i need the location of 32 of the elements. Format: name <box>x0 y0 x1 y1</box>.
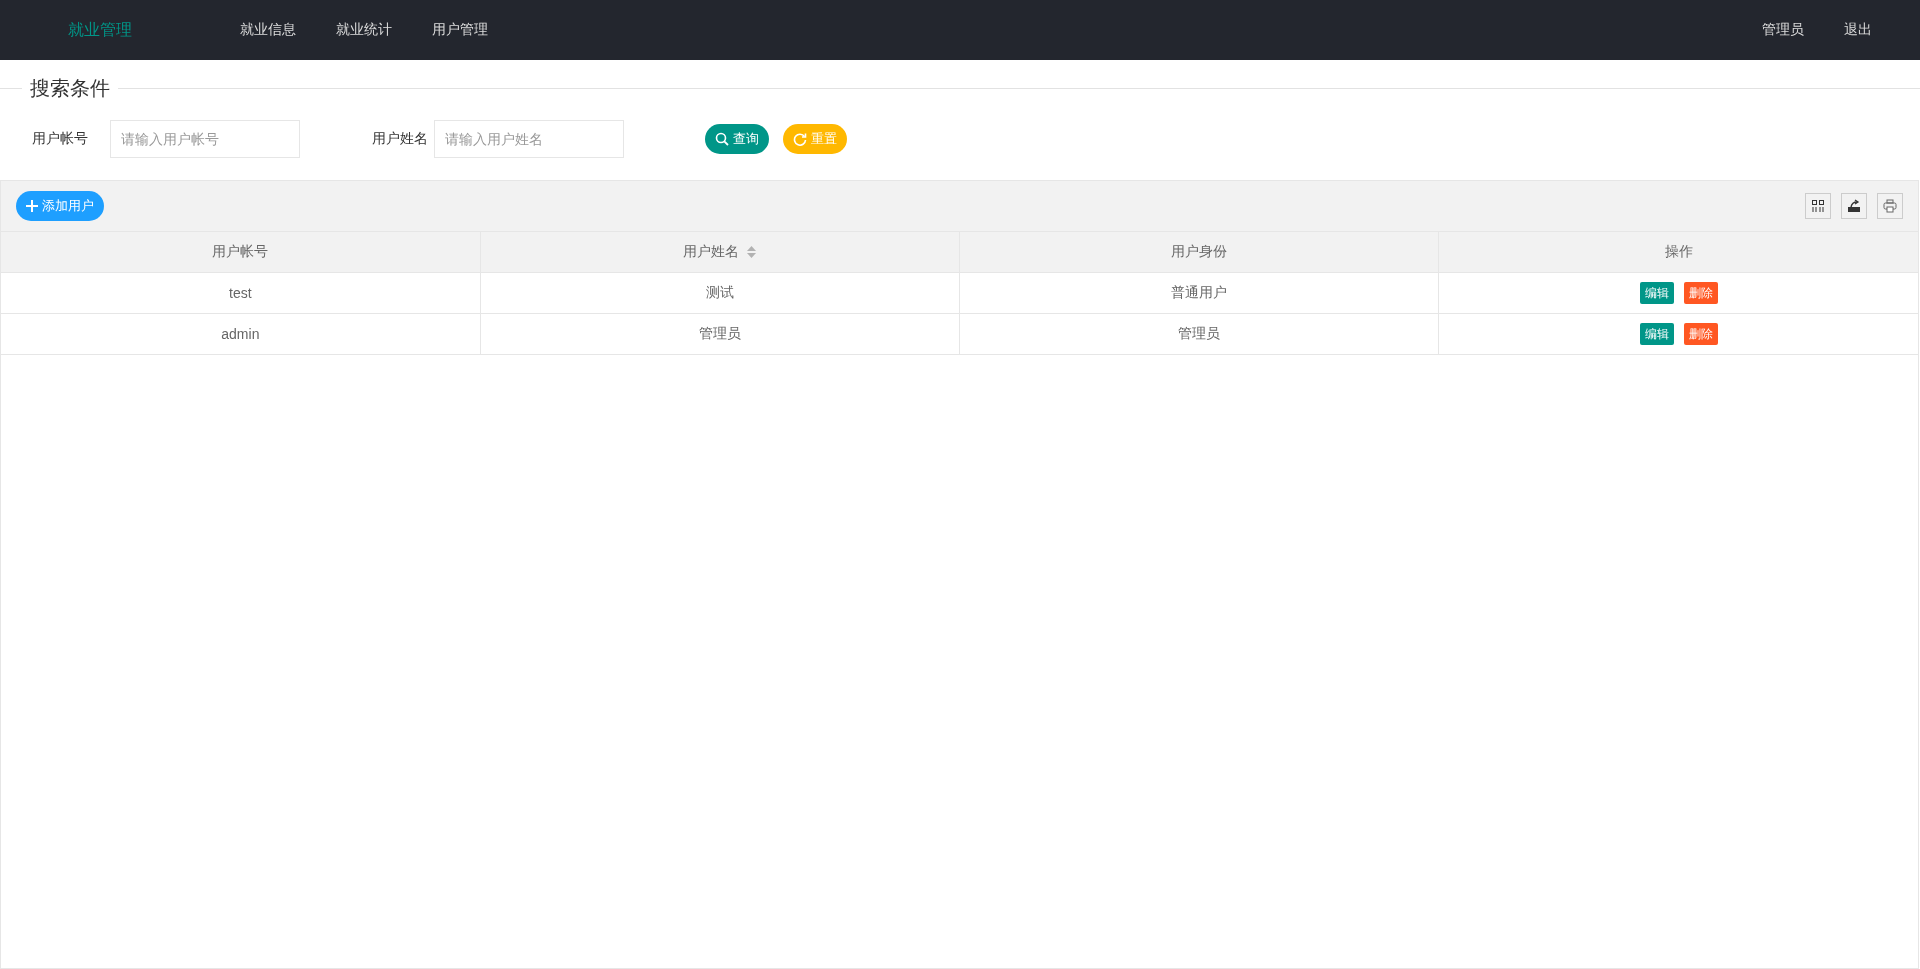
search-button[interactable]: 查询 <box>705 124 769 154</box>
table-cell: 普通用户 <box>1171 284 1228 300</box>
delete-button[interactable]: 删除 <box>1683 323 1718 345</box>
column-header: 用户姓名 <box>683 243 740 261</box>
table-cell: 管理员 <box>698 325 741 341</box>
edit-button[interactable]: 编辑 <box>1639 282 1674 304</box>
print-icon[interactable] <box>1877 193 1903 219</box>
user-name[interactable]: 管理员 <box>1762 21 1804 39</box>
nav-link[interactable]: 用户管理 <box>432 21 488 39</box>
plus-icon <box>26 200 38 212</box>
table-cell: 管理员 <box>1178 325 1221 341</box>
search-icon <box>715 132 729 146</box>
column-header: 操作 <box>1664 243 1693 261</box>
edit-button[interactable]: 编辑 <box>1639 323 1674 345</box>
nav-link[interactable]: 就业统计 <box>336 21 392 39</box>
nav-link[interactable]: 就业信息 <box>240 21 296 39</box>
table-cell: admin <box>221 326 260 342</box>
logout-link[interactable]: 退出 <box>1844 21 1872 39</box>
column-header: 用户身份 <box>1171 243 1228 261</box>
export-icon[interactable] <box>1841 193 1867 219</box>
refresh-icon <box>793 132 807 146</box>
add-user-button[interactable]: 添加用户 <box>16 191 104 221</box>
table-cell: test <box>229 285 252 301</box>
field-label: 用户帐号 <box>31 130 89 148</box>
search-field[interactable]: 请输入用户姓名 <box>434 120 624 158</box>
search-field[interactable]: 请输入用户帐号 <box>110 120 300 158</box>
delete-button[interactable]: 删除 <box>1683 282 1718 304</box>
field-label: 用户姓名 <box>371 130 429 148</box>
columns-icon[interactable] <box>1805 193 1831 219</box>
table-cell: 测试 <box>705 284 734 300</box>
app-logo[interactable]: 就业管理 <box>68 19 240 41</box>
column-header: 用户帐号 <box>212 243 269 261</box>
